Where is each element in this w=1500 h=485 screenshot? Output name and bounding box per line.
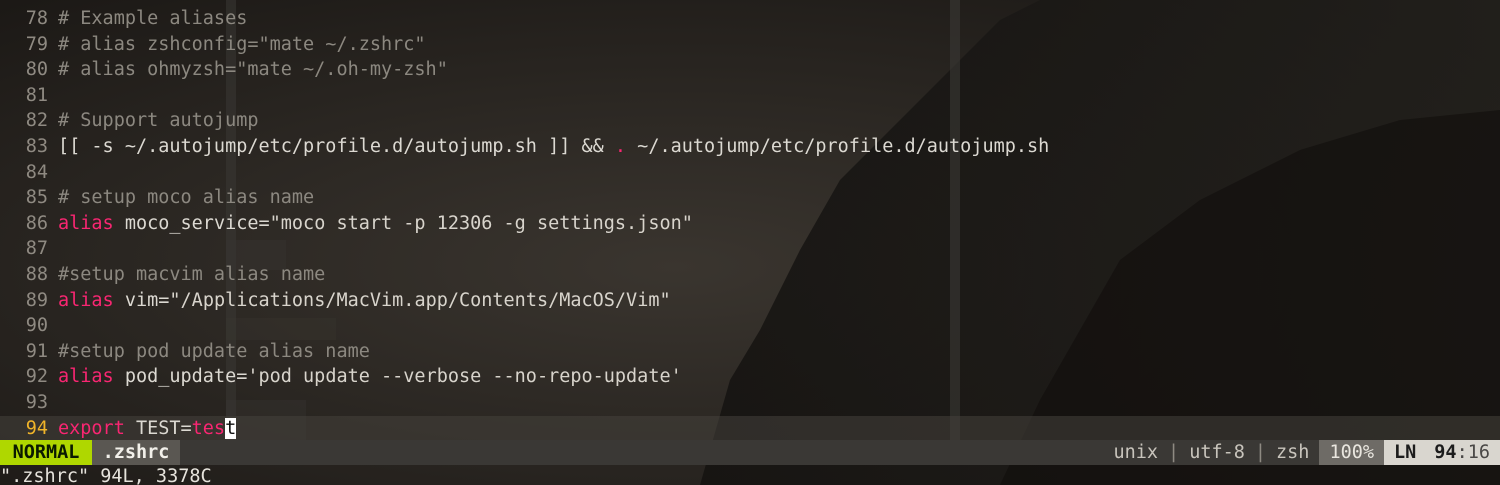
line-number: 88 — [25, 263, 48, 285]
scroll-percent: 100% — [1319, 440, 1385, 465]
code-token: . — [614, 135, 627, 157]
line-content[interactable]: export TEST=test — [48, 416, 237, 442]
code-token: TEST= — [124, 417, 192, 439]
code-token: alias — [58, 212, 114, 234]
current-code-line[interactable]: 94 export TEST=test — [0, 415, 1500, 442]
code-token: ~/.autojump/etc/profile.d/autojump.sh — [626, 135, 1050, 157]
file-format: unix — [1113, 442, 1159, 463]
code-line[interactable]: 83 [[ -s ~/.autojump/etc/profile.d/autoju… — [0, 134, 1500, 160]
code-token: # Example aliases — [58, 8, 248, 29]
line-number: 83 — [25, 135, 48, 157]
line-content[interactable]: # Example aliases — [48, 6, 247, 32]
code-token: [[ -s ~/.autojump/etc/profile.d/autojump… — [58, 135, 615, 157]
code-line[interactable]: 91 #setup pod update alias name — [0, 339, 1500, 365]
code-token: "moco start -p 12306 -g settings.json" — [269, 212, 693, 234]
code-token: export — [58, 417, 125, 439]
line-number: 86 — [25, 212, 48, 234]
code-line[interactable]: 93 — [0, 390, 1500, 416]
code-token: vim= — [113, 289, 170, 311]
code-line[interactable]: 85 # setup moco alias name — [0, 185, 1500, 211]
code-token: alias — [58, 366, 114, 388]
line-content[interactable]: alias vim="/Applications/MacVim.app/Cont… — [48, 288, 671, 314]
code-token: tes — [191, 417, 226, 439]
line-content[interactable]: #setup pod update alias name — [48, 339, 370, 365]
line-number: 80 — [25, 59, 48, 81]
code-token: "/Applications/MacVim.app/Contents/MacOS… — [169, 289, 671, 311]
code-line[interactable]: 88 #setup macvim alias name — [0, 262, 1500, 288]
column-separator: : — [1456, 442, 1468, 463]
line-content[interactable]: [[ -s ~/.autojump/etc/profile.d/autojump… — [48, 134, 1049, 160]
status-line: NORMAL .zshrc unix | utf-8 | zsh 100% LN… — [0, 440, 1500, 465]
line-number: 94 — [25, 417, 48, 439]
code-token: alias — [58, 289, 114, 311]
line-content[interactable]: #setup macvim alias name — [48, 262, 325, 288]
code-line[interactable]: 92 alias pod_update='pod update --verbose… — [0, 364, 1500, 390]
line-content[interactable]: # setup moco alias name — [48, 185, 314, 211]
line-content[interactable]: # alias zshconfig="mate ~/.zshrc" — [48, 32, 426, 58]
code-token: #setup macvim alias name — [58, 263, 326, 285]
line-number: 79 — [25, 33, 48, 55]
cursor-position: LN 94:16 — [1384, 440, 1500, 465]
line-number: 92 — [25, 366, 48, 388]
code-line[interactable]: 84 — [0, 160, 1500, 186]
line-number: 89 — [25, 289, 48, 311]
code-token: moco_service= — [113, 212, 270, 234]
line-number: 90 — [25, 315, 48, 337]
file-type: zsh — [1276, 442, 1310, 463]
code-token: #setup pod update alias name — [58, 340, 370, 362]
line-number: 91 — [25, 340, 48, 362]
line-label: LN — [1394, 442, 1417, 463]
code-line[interactable]: 81 — [0, 83, 1500, 109]
line-number: 87 — [25, 238, 48, 260]
code-token: pod_update= — [113, 366, 248, 388]
line-number: 81 — [25, 84, 48, 106]
cursor-line: 94 — [1434, 442, 1457, 463]
code-line[interactable]: 82 # Support autojump — [0, 108, 1500, 134]
line-number: 78 — [25, 8, 48, 29]
line-content[interactable]: alias pod_update='pod update --verbose -… — [48, 364, 682, 390]
cursor-column: 16 — [1467, 442, 1490, 463]
code-line[interactable]: 87 — [0, 236, 1500, 262]
code-line[interactable]: 89 alias vim="/Applications/MacVim.app/Co… — [0, 288, 1500, 314]
separator: | — [1168, 442, 1180, 463]
line-content[interactable]: # Support autojump — [48, 108, 258, 134]
file-encoding: utf-8 — [1189, 442, 1245, 463]
code-token: # Support autojump — [58, 110, 259, 132]
code-line[interactable]: 79 # alias zshconfig="mate ~/.zshrc" — [0, 32, 1500, 58]
line-number: 84 — [25, 161, 48, 183]
text-cursor: t — [225, 417, 237, 439]
line-number: 85 — [25, 187, 48, 209]
status-info: unix | utf-8 | zsh 100% LN 94:16 — [1103, 440, 1500, 465]
code-line[interactable]: 78 # Example aliases — [0, 6, 1500, 32]
code-token: # setup moco alias name — [58, 187, 315, 209]
separator: | — [1254, 442, 1267, 463]
code-line[interactable]: 86 alias moco_service="moco start -p 1230… — [0, 211, 1500, 237]
line-number: 82 — [25, 110, 48, 132]
code-token: 'pod update --verbose --no-repo-update' — [247, 366, 682, 388]
code-line[interactable]: 80 # alias ohmyzsh="mate ~/.oh-my-zsh" — [0, 57, 1500, 83]
mode-indicator: NORMAL — [0, 440, 92, 465]
command-line[interactable]: ".zshrc" 94L, 3378C — [0, 466, 1500, 485]
line-content[interactable]: # alias ohmyzsh="mate ~/.oh-my-zsh" — [48, 57, 448, 83]
code-token: # alias zshconfig="mate ~/.zshrc" — [58, 33, 426, 55]
code-token: # alias ohmyzsh="mate ~/.oh-my-zsh" — [58, 59, 448, 81]
filename-label: .zshrc — [92, 440, 180, 465]
line-content[interactable]: alias moco_service="moco start -p 12306 … — [48, 211, 693, 237]
editor-buffer[interactable]: 78 # Example aliases 79 # alias zshconfig="… — [0, 6, 1500, 442]
code-line[interactable]: 90 — [0, 313, 1500, 339]
line-number: 93 — [25, 391, 48, 413]
